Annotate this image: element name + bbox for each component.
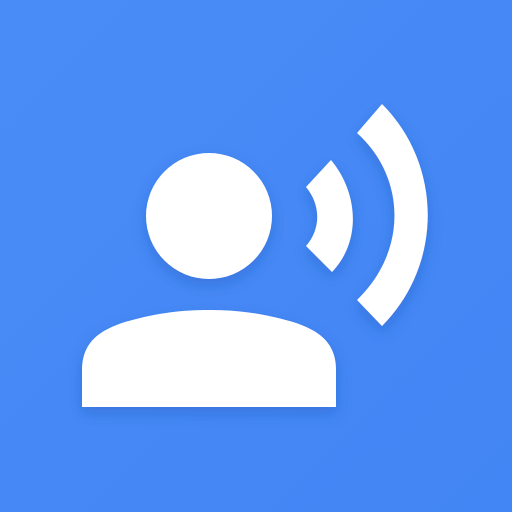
person-head-icon: [146, 153, 272, 279]
person-shoulders-icon: [82, 310, 336, 407]
app-icon[interactable]: [0, 0, 512, 512]
